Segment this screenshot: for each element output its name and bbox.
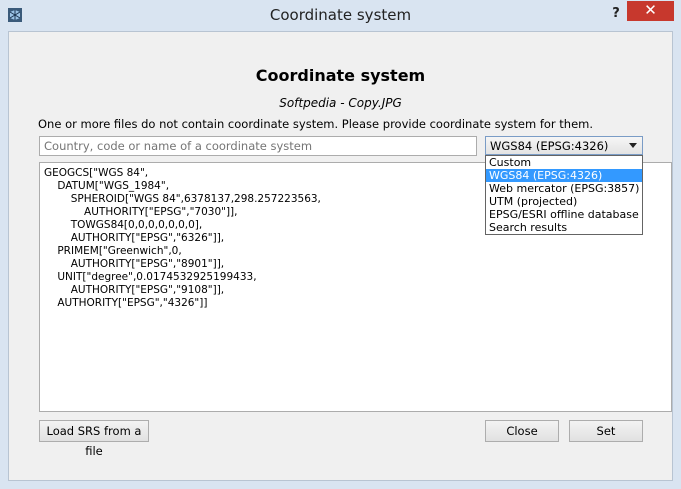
- srs-line: AUTHORITY["EPSG","9108"]],: [44, 284, 225, 296]
- srs-definition-text: GEOGCS["WGS 84", DATUM["WGS_1984", SPHER…: [44, 167, 321, 310]
- srs-preset-option[interactable]: EPSG/ESRI offline database: [486, 208, 642, 221]
- srs-preset-select[interactable]: WGS84 (EPSG:4326): [485, 136, 643, 155]
- srs-line: AUTHORITY["EPSG","7030"]],: [44, 206, 238, 218]
- load-srs-button[interactable]: Load SRS from a file: [39, 420, 149, 458]
- window-close-button[interactable]: ✕: [627, 1, 674, 21]
- missing-srs-notice: One or more files do not contain coordin…: [38, 117, 594, 131]
- srs-preset-option[interactable]: Custom: [486, 156, 642, 169]
- srs-search-input[interactable]: [39, 136, 477, 156]
- help-button[interactable]: ?: [606, 4, 626, 24]
- srs-preset-option[interactable]: Search results: [486, 221, 642, 234]
- srs-preset-selected-value: WGS84 (EPSG:4326): [490, 139, 609, 153]
- window-title: Coordinate system: [269, 6, 412, 24]
- chevron-down-icon: [629, 143, 637, 148]
- srs-line: DATUM["WGS_1984",: [44, 180, 170, 192]
- srs-line: SPHEROID["WGS 84",6378137,298.257223563,: [44, 193, 321, 205]
- srs-line: TOWGS84[0,0,0,0,0,0,0],: [44, 219, 203, 231]
- srs-line: AUTHORITY["EPSG","6326"]],: [44, 232, 225, 244]
- dialog-heading: Coordinate system: [255, 66, 426, 85]
- coordinate-system-window: Coordinate system ? ✕ Coordinate system …: [0, 0, 681, 489]
- srs-line: GEOGCS["WGS 84",: [44, 167, 149, 179]
- dialog-body: Coordinate system Softpedia - Copy.JPG O…: [8, 31, 673, 481]
- srs-line: PRIMEM["Greenwich",0,: [44, 245, 182, 257]
- file-name-label: Softpedia - Copy.JPG: [279, 96, 402, 110]
- close-button[interactable]: Close: [485, 420, 559, 442]
- srs-preset-option[interactable]: Web mercator (EPSG:3857): [486, 182, 642, 195]
- srs-preset-dropdown: Custom WGS84 (EPSG:4326) Web mercator (EPS…: [485, 155, 643, 235]
- set-button[interactable]: Set: [569, 420, 643, 442]
- title-bar[interactable]: Coordinate system ? ✕: [0, 0, 681, 31]
- srs-line: AUTHORITY["EPSG","8901"]],: [44, 258, 225, 270]
- srs-line: AUTHORITY["EPSG","4326"]]: [44, 297, 208, 309]
- srs-preset-option[interactable]: UTM (projected): [486, 195, 642, 208]
- srs-line: UNIT["degree",0.0174532925199433,: [44, 271, 257, 283]
- srs-preset-option[interactable]: WGS84 (EPSG:4326): [486, 169, 642, 182]
